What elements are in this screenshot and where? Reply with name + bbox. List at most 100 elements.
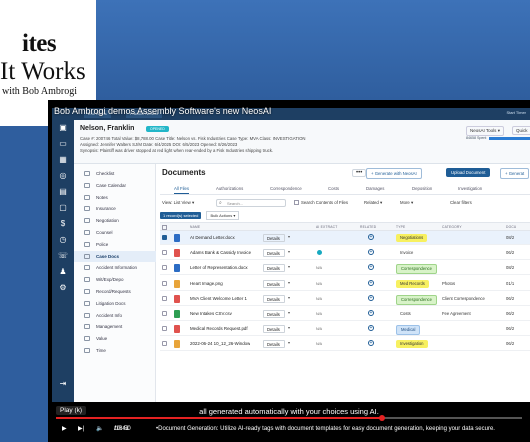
sidebar-item[interactable]: Time <box>74 345 156 356</box>
sidebar-item[interactable]: Negotiation <box>74 215 156 226</box>
search-input[interactable]: ⌕ Search... <box>216 199 286 207</box>
chevron-down-icon[interactable]: ▾ <box>288 234 290 239</box>
file-name[interactable]: Medical Records Request.pdf <box>190 324 248 334</box>
chevron-down-icon[interactable]: ▾ <box>288 264 290 269</box>
chapter-title[interactable]: • Document Generation: Utilize AI-ready … <box>156 422 516 436</box>
calendar-icon[interactable]: ▦ <box>52 152 74 168</box>
document-tab[interactable]: Correspondence <box>270 186 302 191</box>
details-select[interactable]: Details <box>263 264 285 273</box>
details-select[interactable]: Details <box>263 249 285 258</box>
sidebar-item[interactable]: Value <box>74 333 156 344</box>
document-tab[interactable]: Costs <box>328 186 339 191</box>
row-checkbox[interactable] <box>162 250 167 256</box>
neosai-tools-button[interactable]: NeosAI Tools ▾ <box>466 126 504 136</box>
file-name[interactable]: AI Demand Letter.docx <box>190 233 235 243</box>
table-row[interactable]: Letter of Representation.docx Details ▾ N/A… <box>160 261 530 276</box>
col-docu[interactable]: DOCU <box>506 224 517 231</box>
file-name[interactable]: New Intakes CSV.csv <box>190 309 232 319</box>
document-tab[interactable]: All Files <box>174 186 190 194</box>
bulk-actions-dropdown[interactable]: Bulk Actions ▾ <box>206 211 240 220</box>
related-add-icon[interactable]: + <box>368 279 374 286</box>
chevron-down-icon[interactable]: ▾ <box>288 325 290 330</box>
related-add-icon[interactable]: + <box>368 249 374 256</box>
chevron-down-icon[interactable]: ▾ <box>288 280 290 285</box>
table-row[interactable]: New Intakes CSV.csv Details ▾ N/A + Costs Fee … <box>160 307 530 321</box>
document-tab[interactable]: Investigation <box>458 186 482 191</box>
row-checkbox[interactable] <box>162 341 167 347</box>
col-name[interactable]: NAME <box>190 224 200 231</box>
file-name[interactable]: Heart Image.png <box>190 279 223 289</box>
clear-filters-button[interactable]: Clear filters <box>450 198 472 208</box>
table-row[interactable]: AI Demand Letter.docx Details ▾ + Negotiatio… <box>160 231 530 245</box>
col-type[interactable]: TYPE <box>396 224 405 231</box>
table-row[interactable]: Adams Bank & Cassidy Invoice Details ▾ + Inv… <box>160 246 530 261</box>
play-icon[interactable]: ▶ <box>62 422 67 436</box>
people-icon[interactable]: ♟ <box>52 264 74 280</box>
table-row[interactable]: Medical Records Request.pdf Details ▾ N/A + M… <box>160 322 530 337</box>
document-tab[interactable]: Deposition <box>412 186 432 191</box>
details-select[interactable]: Details <box>263 325 285 334</box>
sidebar-item[interactable]: Wit/Exp/Depo <box>74 274 156 285</box>
col-category[interactable]: CATEGORY <box>442 224 462 231</box>
sidebar-item[interactable]: Case Docs <box>74 250 156 262</box>
video-player[interactable]: Eric Norris Franklin Nelson Start Timer … <box>48 100 530 442</box>
document-tab[interactable]: Damages <box>366 186 384 191</box>
more-filter[interactable]: More ▾ <box>400 198 413 208</box>
details-select[interactable]: Details <box>263 234 285 242</box>
folder-icon[interactable]: ▭ <box>52 136 74 152</box>
check-icon[interactable]: ◎ <box>52 168 74 184</box>
search-contents-checkbox[interactable]: Search Contents of Files <box>294 198 348 208</box>
col-related[interactable]: RELATED <box>360 224 376 231</box>
sidebar-item[interactable]: Notes <box>74 192 156 203</box>
sidebar-item[interactable]: Accident Info <box>74 310 156 321</box>
related-add-icon[interactable]: + <box>368 325 374 332</box>
row-checkbox[interactable] <box>162 326 167 332</box>
col-ai-extract[interactable]: AI EXTRACT <box>316 224 337 231</box>
sidebar-item[interactable]: Management <box>74 321 156 332</box>
next-icon[interactable]: ▶| <box>78 422 84 436</box>
table-row[interactable]: MVA Client Welcome Letter 1 Details ▾ N/A + C… <box>160 292 530 306</box>
row-checkbox[interactable] <box>162 235 167 240</box>
ai-extract-icon[interactable] <box>317 250 322 256</box>
row-checkbox[interactable] <box>162 295 167 301</box>
more-options-button[interactable]: ••• <box>352 169 367 177</box>
clock-icon[interactable]: ◷ <box>52 232 74 248</box>
related-add-icon[interactable]: + <box>368 310 374 316</box>
file-name[interactable]: 2022-06-24 10_12_26-Window <box>190 339 250 349</box>
view-select[interactable]: View: List View ▾ <box>162 198 194 208</box>
sidebar-item[interactable]: Accident Information <box>74 262 156 273</box>
row-checkbox[interactable] <box>162 265 167 271</box>
table-row[interactable]: Heart Image.png Details ▾ N/A + Med Records Ph… <box>160 277 530 291</box>
logout-icon[interactable]: ⇥ <box>52 376 74 392</box>
related-filter[interactable]: Related ▾ <box>364 198 382 208</box>
seek-bar[interactable] <box>56 415 522 421</box>
sidebar-item[interactable]: Counsel <box>74 227 156 238</box>
details-select[interactable]: Details <box>263 279 285 288</box>
details-select[interactable]: Details <box>263 294 285 303</box>
chevron-down-icon[interactable]: ▾ <box>288 295 290 300</box>
file-name[interactable]: MVA Client Welcome Letter 1 <box>190 294 247 304</box>
related-add-icon[interactable]: + <box>368 234 374 240</box>
details-select[interactable]: Details <box>263 310 285 318</box>
sidebar-item[interactable]: Police <box>74 239 156 250</box>
sidebar-item[interactable]: Insurance <box>74 203 156 214</box>
phone-icon[interactable]: ☏ <box>52 248 74 264</box>
chevron-down-icon[interactable]: ▾ <box>288 249 290 254</box>
dollar-icon[interactable]: $ <box>52 216 74 232</box>
chevron-down-icon[interactable]: ▾ <box>288 310 290 315</box>
chevron-down-icon[interactable]: ▾ <box>288 340 290 345</box>
file-name[interactable]: Adams Bank & Cassidy Invoice <box>190 248 251 258</box>
sidebar-item[interactable]: Record/Requests <box>74 286 156 297</box>
chat-icon[interactable]: ▢ <box>52 200 74 216</box>
start-timer-button[interactable]: Start Timer <box>506 110 526 115</box>
volume-icon[interactable]: 🔈 <box>96 422 103 436</box>
table-row[interactable]: 2022-06-24 10_12_26-Window Details ▾ N/A + In… <box>160 337 530 352</box>
briefcase-icon[interactable]: ▣ <box>52 120 74 136</box>
quick-button[interactable]: Quick <box>512 126 530 135</box>
sidebar-item[interactable]: Case Calendar <box>74 180 156 191</box>
upload-document-button[interactable]: Upload Document <box>446 168 491 177</box>
gear-icon[interactable]: ⚙ <box>52 280 74 296</box>
generate-button[interactable]: + Generat <box>500 168 530 179</box>
file-name[interactable]: Letter of Representation.docx <box>190 263 248 273</box>
details-select[interactable]: Details <box>263 340 285 349</box>
